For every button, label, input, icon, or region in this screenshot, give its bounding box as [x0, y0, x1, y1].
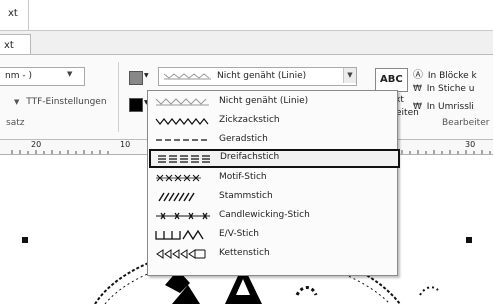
running-stitch-icon — [156, 139, 210, 141]
convert-to-blocks-button[interactable]: Ⓐ In Blöcke k — [413, 66, 477, 81]
stitch-w-icon: ₩ — [413, 84, 422, 94]
menu-item-label: Kettenstich — [219, 248, 270, 258]
title-bar: xt — [0, 0, 493, 31]
outline-w-icon: ₩ — [413, 102, 422, 112]
ttf-settings-button[interactable]: ▼ TTF-Einstellungen — [14, 97, 107, 107]
menu-item-running[interactable]: Geradstich — [149, 131, 396, 149]
ev-stitch-icon — [155, 229, 204, 241]
convert-stitches-label: In Stiche u — [426, 84, 475, 94]
menu-item-label: Zickzackstich — [219, 115, 280, 125]
not-sewn-line-icon — [155, 98, 209, 106]
candlewicking-stitch-icon — [156, 212, 210, 220]
menu-item-label: Dreifachstich — [220, 152, 280, 162]
gray-swatch — [129, 71, 143, 85]
menu-item-label: E/V-Stich — [219, 229, 259, 239]
menu-item-not-sewn[interactable]: Nicht genäht (Linie) — [149, 93, 396, 111]
triple-stitch-icon — [158, 155, 212, 163]
ruler-label: 20 — [31, 140, 42, 149]
menu-item-label: Motif-Stich — [219, 172, 267, 182]
stitch-type-menu: Nicht genäht (Linie) Zickzackstich Gerad… — [147, 90, 400, 276]
chain-stitch-icon — [156, 249, 206, 259]
stem-stitch-icon — [158, 192, 195, 202]
menu-item-label: Candlewicking-Stich — [219, 210, 310, 220]
zigzag-stitch-icon — [155, 118, 209, 125]
letter-a-icon: Ⓐ — [413, 70, 423, 81]
chevron-down-icon: ▼ — [343, 68, 356, 83]
ribbon-tab-label: xt — [4, 40, 14, 51]
menu-item-label: Nicht genäht (Linie) — [219, 96, 309, 106]
convert-to-stitches-button[interactable]: ₩ In Stiche u — [413, 84, 475, 94]
stitch-select-value: Nicht genäht (Linie) — [217, 71, 307, 81]
not-sewn-line-icon — [163, 73, 211, 80]
group-separator — [118, 62, 119, 132]
menu-item-motif[interactable]: Motif-Stich — [149, 169, 396, 187]
menu-item-stem[interactable]: Stammstich — [149, 188, 396, 206]
menu-item-zigzag[interactable]: Zickzackstich — [149, 112, 396, 130]
line-color-button[interactable]: ▼ — [127, 69, 152, 85]
stitch-type-select[interactable]: Nicht genäht (Linie) ▼ — [158, 67, 357, 86]
menu-item-candlewicking[interactable]: Candlewicking-Stich — [149, 207, 396, 225]
menu-item-ev[interactable]: E/V-Stich — [149, 226, 396, 244]
menu-item-chain[interactable]: Kettenstich — [149, 245, 396, 263]
chevron-down-icon: ▼ — [144, 72, 149, 79]
font-select-value: nm - ) — [5, 71, 32, 81]
chevron-down-icon: ▼ — [67, 70, 73, 78]
menu-item-triple[interactable]: Dreifachstich — [149, 149, 400, 168]
satz-group-label: satz — [6, 118, 25, 128]
ruler-label: 10 — [120, 140, 131, 149]
convert-blocks-label: In Blöcke k — [427, 71, 477, 81]
font-select[interactable]: nm - ) ▼ — [0, 67, 85, 86]
menu-item-label: Stammstich — [219, 191, 273, 201]
title-divider — [28, 0, 29, 30]
abc-label: ABC — [380, 74, 403, 85]
title-tab[interactable]: xt — [8, 8, 18, 19]
arrow-down-icon: ▼ — [14, 98, 20, 106]
convert-outline-label: In Umrissli — [426, 102, 474, 112]
abc-button[interactable]: ABC — [375, 68, 408, 92]
menu-item-label: Geradstich — [219, 134, 268, 144]
ribbon-tab-text[interactable]: xt — [0, 34, 31, 56]
motif-stitch-icon — [156, 174, 201, 182]
ruler-label: 30 — [465, 140, 476, 149]
ribbon-tab-row — [0, 31, 493, 54]
bearbeiten-group-label: Bearbeiter — [442, 118, 490, 128]
black-swatch — [129, 98, 143, 112]
convert-to-outline-button[interactable]: ₩ In Umrissli — [413, 102, 474, 112]
ttf-settings-label: TTF-Einstellungen — [26, 97, 107, 107]
